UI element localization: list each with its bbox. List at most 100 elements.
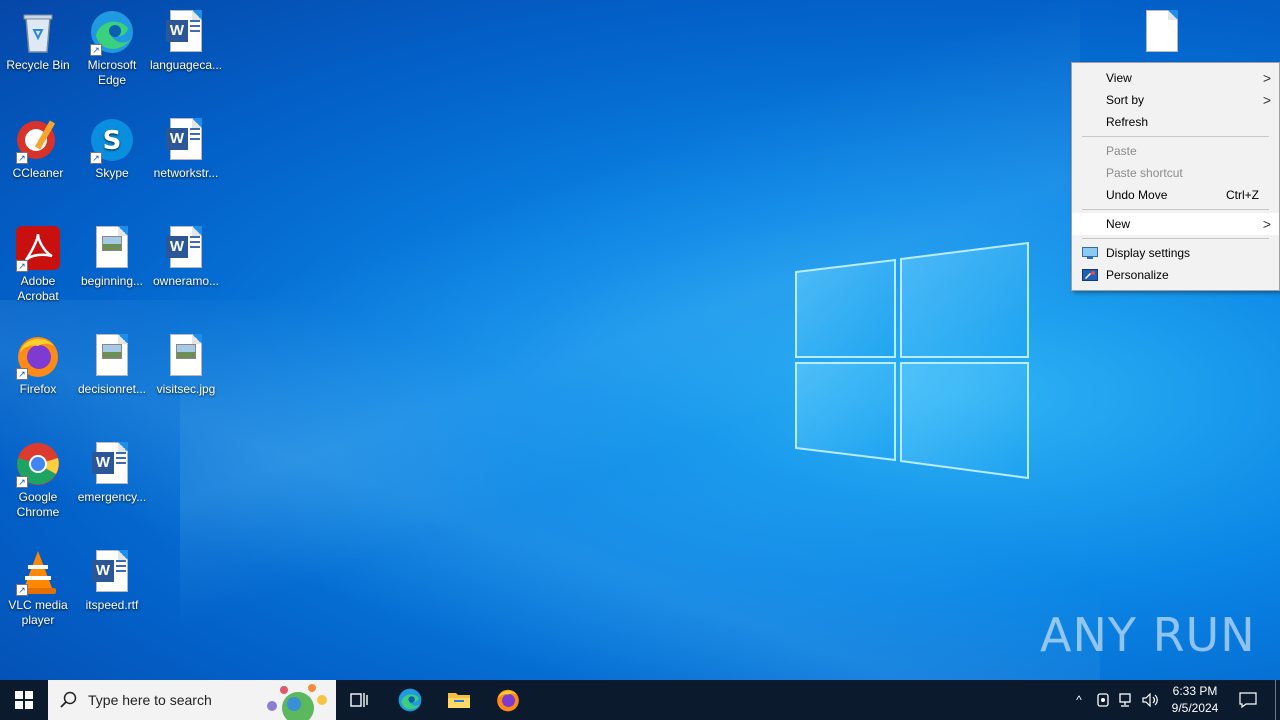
desktop-icon-emergency[interactable]: W emergency... bbox=[74, 440, 150, 505]
taskbar-firefox-button[interactable] bbox=[484, 680, 532, 720]
desktop-icon-label: decisionret... bbox=[77, 382, 147, 396]
menu-item-undo-move[interactable]: Undo Move Ctrl+Z bbox=[1072, 184, 1279, 206]
network-icon bbox=[1119, 693, 1131, 707]
search-highlight-illustration-icon bbox=[267, 684, 327, 720]
menu-item-label: New bbox=[1106, 217, 1131, 231]
desktop-icon-owneramo[interactable]: W owneramo... bbox=[148, 224, 224, 289]
menu-separator bbox=[1082, 238, 1269, 239]
desktop-icon-label: Google Chrome bbox=[16, 490, 60, 519]
shortcut-arrow-icon: ↗ bbox=[90, 44, 102, 56]
desktop-icon-beginning[interactable]: beginning... bbox=[74, 224, 150, 289]
desktop-icon-label: visitsec.jpg bbox=[156, 382, 216, 396]
clock-date: 9/5/2024 bbox=[1171, 701, 1219, 715]
menu-item-sort-by[interactable]: Sort by > bbox=[1072, 89, 1279, 111]
image-file-icon bbox=[88, 332, 136, 380]
shortcut-arrow-icon: ↗ bbox=[16, 368, 28, 380]
shortcut-arrow-icon: ↗ bbox=[16, 260, 28, 272]
desktop-icon-networkstr[interactable]: W networkstr... bbox=[148, 116, 224, 181]
word-doc-icon: W bbox=[88, 440, 136, 488]
desktop-icon-label: Recycle Bin bbox=[6, 58, 70, 72]
image-file-icon bbox=[88, 224, 136, 272]
menu-separator bbox=[1082, 136, 1269, 137]
word-doc-icon: W bbox=[162, 116, 210, 164]
chevron-right-icon: > bbox=[1262, 216, 1271, 232]
taskbar-clock[interactable]: 6:33 PM 9/5/2024 bbox=[1162, 683, 1228, 717]
show-hidden-icons-button[interactable]: ^ bbox=[1068, 680, 1090, 720]
menu-item-label: Undo Move bbox=[1106, 188, 1168, 202]
desktop-icon-google-chrome[interactable]: ↗ Google Chrome bbox=[0, 440, 76, 520]
desktop-icon-label: itspeed.rtf bbox=[85, 598, 139, 612]
menu-item-label: Personalize bbox=[1106, 268, 1169, 282]
recycle-bin-icon bbox=[14, 8, 62, 56]
desktop-icon-blank-file[interactable] bbox=[1124, 8, 1200, 58]
desktop-icon-firefox[interactable]: ↗ Firefox bbox=[0, 332, 76, 397]
desktop-icon-decisionret[interactable]: decisionret... bbox=[74, 332, 150, 397]
blank-file-icon bbox=[1138, 8, 1186, 56]
desktop-icon-itspeed[interactable]: W itspeed.rtf bbox=[74, 548, 150, 613]
vlc-icon: ↗ bbox=[14, 548, 62, 596]
chevron-right-icon: > bbox=[1262, 92, 1271, 108]
menu-item-label: Sort by bbox=[1106, 93, 1145, 107]
task-view-icon bbox=[350, 693, 368, 707]
shortcut-arrow-icon: ↗ bbox=[16, 584, 28, 596]
desktop-icon-label: CCleaner bbox=[12, 166, 64, 180]
desktop-icon-label: VLC media player bbox=[8, 598, 68, 627]
firefox-icon: ↗ bbox=[14, 332, 62, 380]
network-button[interactable] bbox=[1116, 680, 1138, 720]
desktop-icon-visitsec[interactable]: visitsec.jpg bbox=[148, 332, 224, 397]
desktop-icon-languageca[interactable]: W languageca... bbox=[148, 8, 224, 73]
menu-item-paste: Paste bbox=[1072, 140, 1279, 162]
desktop-icon-microsoft-edge[interactable]: ↗ Microsoft Edge bbox=[74, 8, 150, 88]
desktop-icon-adobe-acrobat[interactable]: ↗ Adobe Acrobat bbox=[0, 224, 76, 304]
ccleaner-icon: ↗ bbox=[14, 116, 62, 164]
desktop-icon-ccleaner[interactable]: ↗ CCleaner bbox=[0, 116, 76, 181]
word-doc-icon: W bbox=[88, 548, 136, 596]
search-icon bbox=[60, 691, 77, 708]
volume-button[interactable] bbox=[1140, 680, 1162, 720]
edge-icon: ↗ bbox=[88, 8, 136, 56]
task-view-button[interactable] bbox=[336, 680, 384, 720]
menu-item-accelerator: Ctrl+Z bbox=[1226, 188, 1259, 202]
word-doc-icon: W bbox=[162, 8, 210, 56]
desktop-icon-skype[interactable]: S ↗ Skype bbox=[74, 116, 150, 181]
menu-item-new[interactable]: New > bbox=[1072, 213, 1279, 235]
edge-icon bbox=[398, 688, 422, 712]
desktop-icon-label: networkstr... bbox=[153, 166, 219, 180]
desktop-icon-label: owneramo... bbox=[152, 274, 220, 288]
start-button[interactable] bbox=[0, 680, 48, 720]
menu-item-display-settings[interactable]: Display settings bbox=[1072, 242, 1279, 264]
word-doc-icon: W bbox=[162, 224, 210, 272]
menu-item-label: Paste bbox=[1106, 144, 1137, 158]
shortcut-arrow-icon: ↗ bbox=[90, 152, 102, 164]
acrobat-icon: ↗ bbox=[14, 224, 62, 272]
taskbar-file-explorer-button[interactable] bbox=[435, 680, 483, 720]
menu-item-label: Paste shortcut bbox=[1106, 166, 1183, 180]
desktop-icon-recycle-bin[interactable]: Recycle Bin bbox=[0, 8, 76, 73]
search-placeholder: Type here to search bbox=[88, 692, 212, 708]
speaker-icon bbox=[1142, 693, 1158, 707]
tray-device-button[interactable] bbox=[1092, 680, 1114, 720]
desktop-icon-label: beginning... bbox=[80, 274, 144, 288]
shortcut-arrow-icon: ↗ bbox=[16, 152, 28, 164]
desktop-icon-label: Skype bbox=[95, 166, 129, 180]
taskbar-search-box[interactable]: Type here to search bbox=[48, 680, 336, 720]
windows-wallpaper-logo bbox=[795, 241, 1029, 480]
windows-start-icon bbox=[15, 691, 33, 709]
shortcut-arrow-icon: ↗ bbox=[16, 476, 28, 488]
file-explorer-icon bbox=[448, 693, 470, 708]
firefox-icon bbox=[497, 689, 519, 712]
taskbar: Type here to search ^ 6:33 PM 9/5/2024 bbox=[0, 680, 1280, 720]
notification-icon bbox=[1239, 692, 1257, 708]
image-file-icon bbox=[162, 332, 210, 380]
menu-item-personalize[interactable]: Personalize bbox=[1072, 264, 1279, 286]
desktop-icon-label: languageca... bbox=[149, 58, 223, 72]
taskbar-edge-button[interactable] bbox=[386, 680, 434, 720]
desktop-icon-vlc[interactable]: ↗ VLC media player bbox=[0, 548, 76, 628]
action-center-button[interactable] bbox=[1232, 680, 1264, 720]
show-desktop-button[interactable] bbox=[1275, 680, 1276, 720]
menu-item-refresh[interactable]: Refresh bbox=[1072, 111, 1279, 133]
menu-item-view[interactable]: View > bbox=[1072, 67, 1279, 89]
display-icon bbox=[1082, 247, 1098, 259]
usb-device-icon bbox=[1097, 693, 1109, 707]
clock-time: 6:33 PM bbox=[1172, 684, 1218, 698]
